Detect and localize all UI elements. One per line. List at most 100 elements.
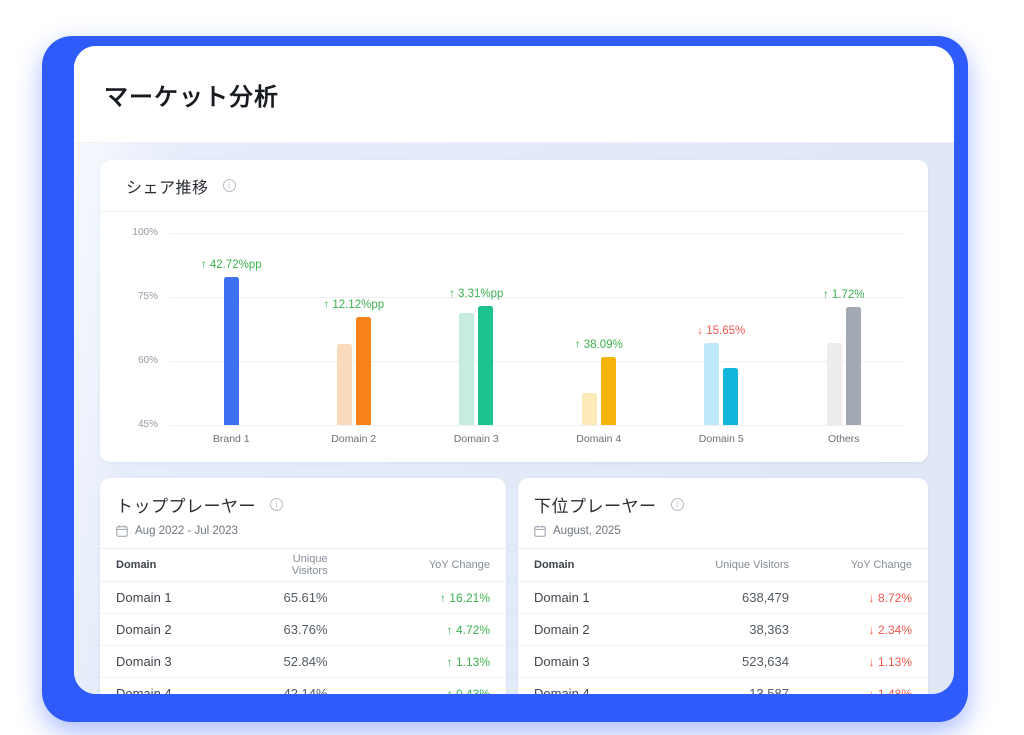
change-label: ↑ 1.72% — [823, 289, 865, 301]
y-tick-label: 100% — [100, 227, 158, 238]
bar-group: ↑ 42.72%pp — [170, 233, 293, 425]
visitors-cell: 13,587 — [662, 678, 806, 695]
bar[interactable] — [846, 307, 861, 425]
dashboard-content: シェア推移 i 100% 75% 60% 45% ↑ 42.72%pp ↑ 12.12%… — [74, 143, 954, 694]
bar-group: ↑ 38.09% — [538, 233, 661, 425]
calendar-icon — [116, 525, 128, 537]
info-icon[interactable]: i — [270, 498, 283, 511]
bar[interactable] — [601, 357, 616, 425]
share-trend-card: シェア推移 i 100% 75% 60% 45% ↑ 42.72%pp ↑ 12.12%… — [100, 160, 928, 462]
page-title: マーケット分析 — [104, 77, 279, 112]
x-axis-label: Domain 2 — [293, 433, 416, 445]
plot-area: ↑ 42.72%pp ↑ 12.12%pp ↑ 3.31%pp ↑ 38.09% ↓ 1… — [170, 233, 905, 425]
visitors-cell: 63.76% — [262, 614, 343, 646]
bar[interactable] — [582, 393, 597, 425]
x-axis-label: Domain 3 — [415, 433, 538, 445]
yoy-change-cell: ↑ 0.43% — [344, 678, 506, 695]
domain-cell: Domain 2 — [518, 614, 662, 646]
table-header-row: DomainUnique VisitorsYoY Change — [518, 549, 928, 582]
table-row: Domain 3523,634↓ 1.13% — [518, 646, 928, 678]
column-header: YoY Change — [344, 549, 506, 582]
bar-group: ↓ 15.65% — [660, 233, 783, 425]
domain-cell: Domain 3 — [518, 646, 662, 678]
bar[interactable] — [459, 313, 474, 425]
column-header: YoY Change — [805, 549, 928, 582]
table-row: Domain 238,363↓ 2.34% — [518, 614, 928, 646]
change-label: ↑ 38.09% — [575, 339, 623, 351]
x-axis-label: Others — [783, 433, 906, 445]
top-players-header: トッププレーヤー i Aug 2022 - Jul 2023 — [100, 478, 506, 548]
domain-cell: Domain 4 — [518, 678, 662, 695]
visitors-cell: 42.14% — [262, 678, 343, 695]
tables-row: トッププレーヤー i Aug 2022 - Jul 2023 — [100, 478, 928, 694]
visitors-cell: 52.84% — [262, 646, 343, 678]
bar[interactable] — [224, 277, 239, 425]
y-tick-label: 75% — [100, 291, 158, 302]
column-header: Unique Visitors — [662, 549, 806, 582]
domain-cell: Domain 2 — [100, 614, 262, 646]
bar-group: ↑ 1.72% — [783, 233, 906, 425]
yoy-change-cell: ↓ 2.34% — [805, 614, 928, 646]
change-label: ↓ 15.65% — [697, 325, 745, 337]
column-header: Unique Visitors — [262, 549, 343, 582]
visitors-cell: 638,479 — [662, 582, 806, 614]
yoy-change-cell: ↓ 8.72% — [805, 582, 928, 614]
top-players-title: トッププレーヤー — [116, 492, 256, 517]
bottom-players-card: 下位プレーヤー i August, 2025 — [518, 478, 928, 694]
top-players-card: トッププレーヤー i Aug 2022 - Jul 2023 — [100, 478, 506, 694]
bar[interactable] — [723, 368, 738, 425]
top-players-table: DomainUnique VisitorsYoY ChangeDomain 16… — [100, 548, 506, 694]
x-axis: Brand 1Domain 2Domain 3Domain 4Domain 5O… — [170, 433, 905, 445]
table-row: Domain 263.76%↑ 4.72% — [100, 614, 506, 646]
dashboard-panel: マーケット分析 シェア推移 i 100% 75% 60% 45% ↑ 42.72%pp… — [74, 46, 954, 694]
bar[interactable] — [356, 317, 371, 425]
visitors-cell: 523,634 — [662, 646, 806, 678]
table-row: Domain 413,587↓ 1.48% — [518, 678, 928, 695]
change-label: ↑ 42.72%pp — [201, 259, 262, 271]
visitors-cell: 38,363 — [662, 614, 806, 646]
domain-cell: Domain 1 — [100, 582, 262, 614]
calendar-icon — [534, 525, 546, 537]
info-icon[interactable]: i — [223, 179, 236, 192]
yoy-change-cell: ↓ 1.13% — [805, 646, 928, 678]
yoy-change-cell: ↑ 4.72% — [344, 614, 506, 646]
table-row: Domain 165.61%↑ 16.21% — [100, 582, 506, 614]
column-header: Domain — [518, 549, 662, 582]
table-row: Domain 1638,479↓ 8.72% — [518, 582, 928, 614]
bar-group: ↑ 12.12%pp — [293, 233, 416, 425]
change-label: ↑ 3.31%pp — [449, 288, 503, 300]
table-row: Domain 352.84%↑ 1.13% — [100, 646, 506, 678]
info-icon[interactable]: i — [671, 498, 684, 511]
x-axis-label: Domain 5 — [660, 433, 783, 445]
bottom-players-title: 下位プレーヤー — [534, 492, 657, 517]
yoy-change-cell: ↑ 16.21% — [344, 582, 506, 614]
x-axis-label: Domain 4 — [538, 433, 661, 445]
date-range-label: August, 2025 — [553, 525, 621, 537]
domain-cell: Domain 1 — [518, 582, 662, 614]
bar[interactable] — [478, 306, 493, 425]
x-axis-label: Brand 1 — [170, 433, 293, 445]
column-header: Domain — [100, 549, 262, 582]
domain-cell: Domain 4 — [100, 678, 262, 695]
share-trend-title: シェア推移 — [126, 174, 209, 198]
table-row: Domain 442.14%↑ 0.43% — [100, 678, 506, 695]
bar[interactable] — [704, 343, 719, 425]
bottom-players-table: DomainUnique VisitorsYoY ChangeDomain 16… — [518, 548, 928, 694]
share-trend-card-header: シェア推移 i — [100, 160, 928, 212]
change-label: ↑ 12.12%pp — [323, 299, 384, 311]
bar[interactable] — [337, 344, 352, 425]
domain-cell: Domain 3 — [100, 646, 262, 678]
yoy-change-cell: ↑ 1.13% — [344, 646, 506, 678]
bottom-players-date-range[interactable]: August, 2025 — [534, 525, 912, 537]
table-header-row: DomainUnique VisitorsYoY Change — [100, 549, 506, 582]
y-tick-label: 60% — [100, 355, 158, 366]
bottom-players-header: 下位プレーヤー i August, 2025 — [518, 478, 928, 548]
gridline — [170, 425, 905, 426]
top-players-date-range[interactable]: Aug 2022 - Jul 2023 — [116, 525, 490, 537]
yoy-change-cell: ↓ 1.48% — [805, 678, 928, 695]
bar[interactable] — [827, 343, 842, 425]
share-trend-chart: 100% 75% 60% 45% ↑ 42.72%pp ↑ 12.12%pp ↑ 3.31… — [100, 212, 928, 461]
bar-group: ↑ 3.31%pp — [415, 233, 538, 425]
y-tick-label: 45% — [100, 419, 158, 430]
app-frame: マーケット分析 シェア推移 i 100% 75% 60% 45% ↑ 42.72%pp… — [42, 36, 968, 722]
